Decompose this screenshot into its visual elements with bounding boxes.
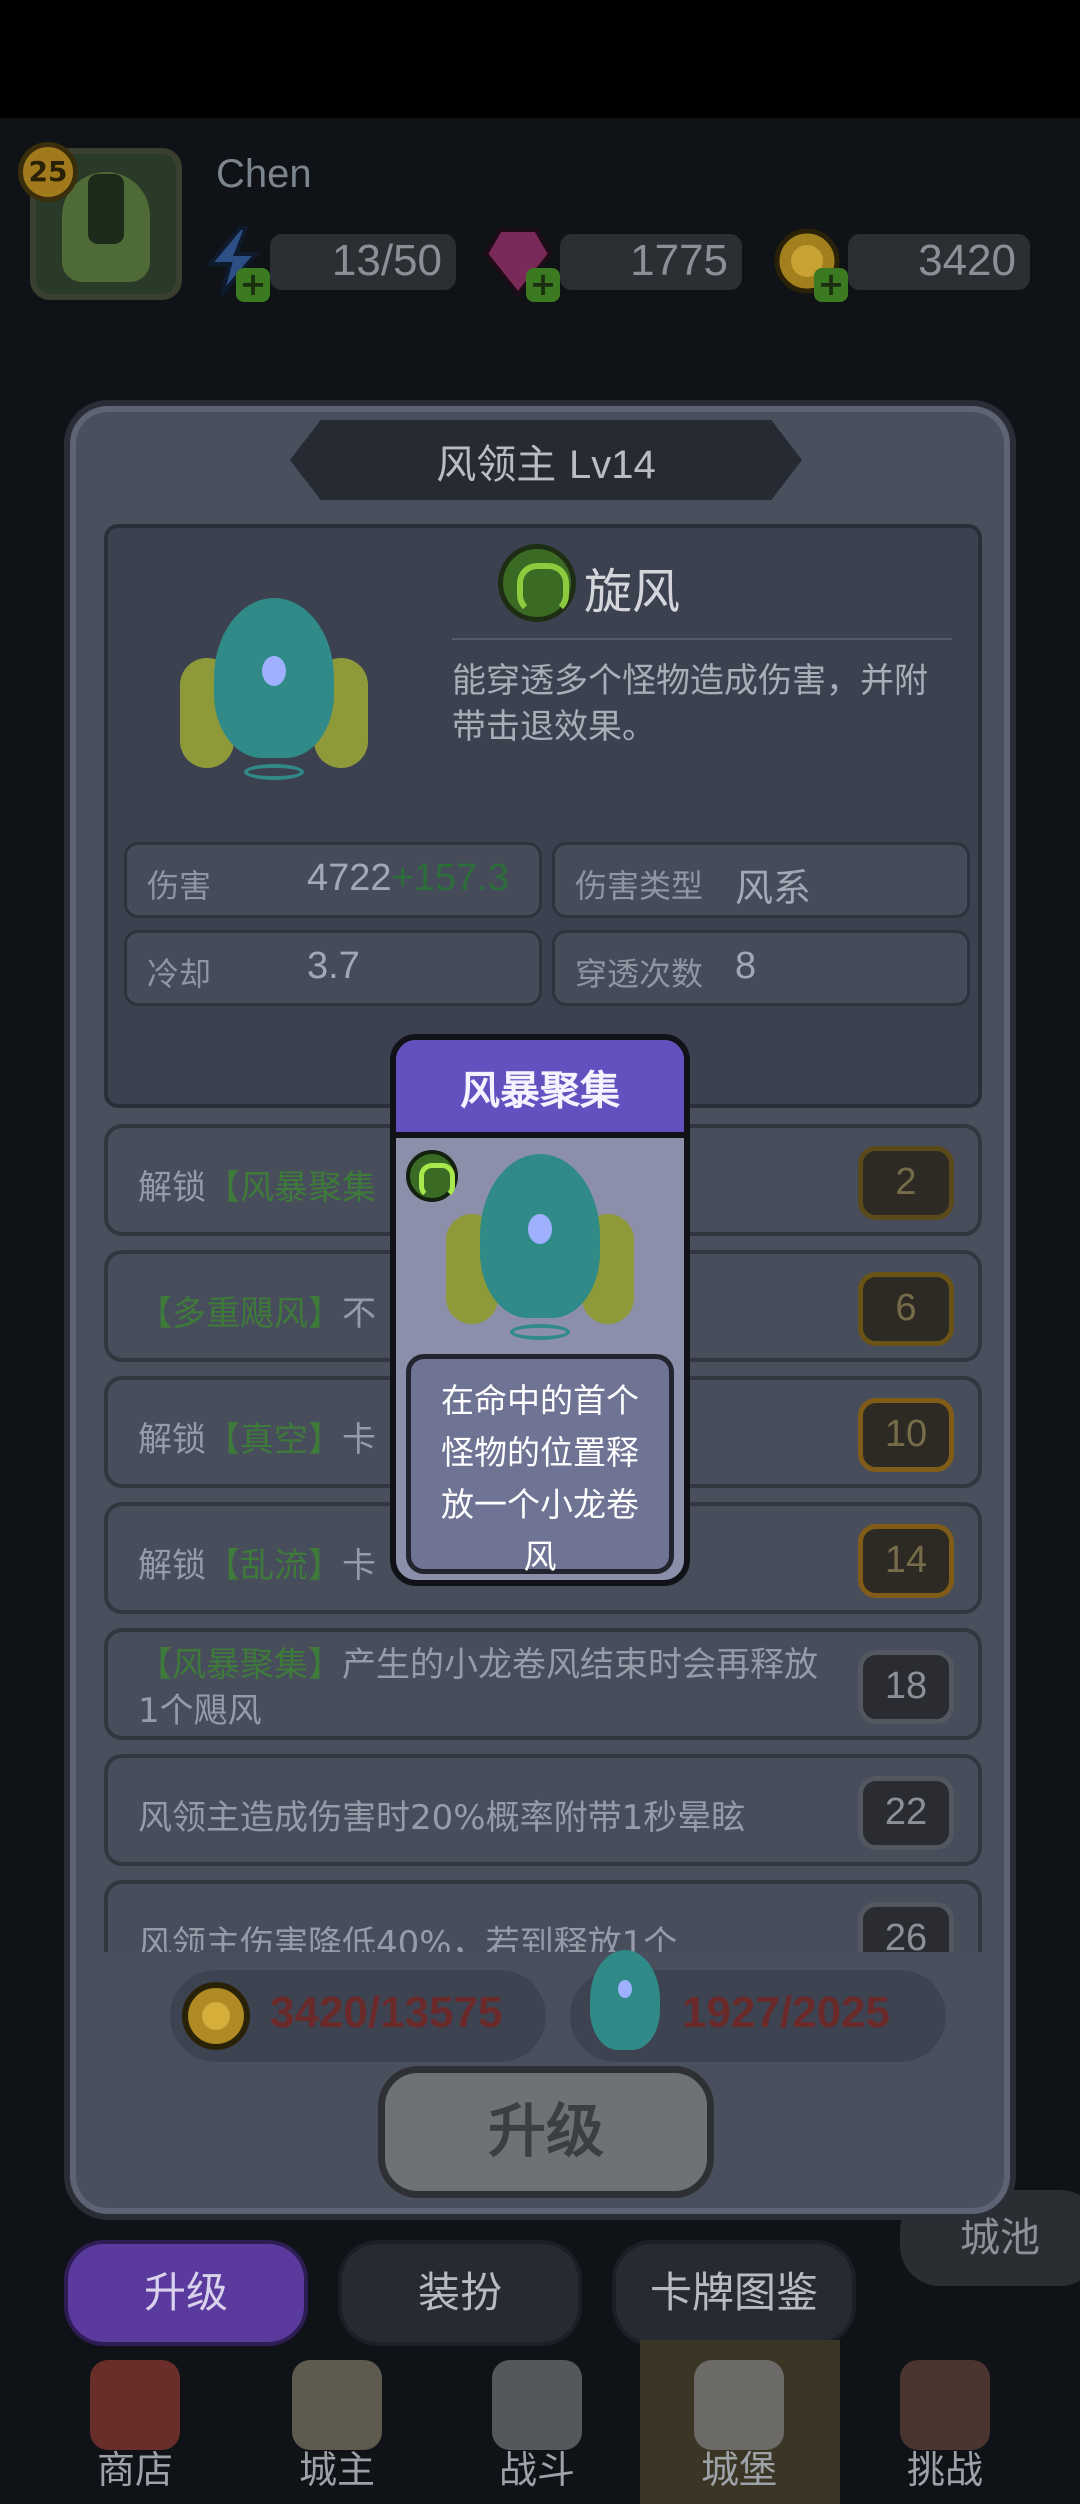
unlock-row[interactable]: 风领主伤害降低40%，若到释放1个 26	[104, 1880, 982, 1952]
unlock-text: 【风暴聚集】产生的小龙卷风结束时会再释放1个飓风	[138, 1645, 818, 1731]
stat-damage-type-label: 伤害类型	[575, 867, 704, 905]
stat-damage-value: 4722+157.3	[307, 857, 509, 899]
gem-plus-button[interactable]: +	[526, 268, 560, 302]
crown-icon	[292, 2360, 382, 2450]
coin-cost-icon	[182, 1982, 250, 2050]
stat-pierce: 穿透次数 8	[552, 930, 970, 1006]
unlock-text: 解锁【乱流】卡	[138, 1546, 376, 1586]
unlock-level-badge: 10	[858, 1398, 954, 1472]
stat-cooldown-value: 3.7	[307, 945, 360, 987]
unlock-text: 【多重飓风】不	[138, 1294, 376, 1334]
unlock-text: 风领主造成伤害时20%概率附带1秒晕眩	[138, 1798, 746, 1838]
tab-outfit[interactable]: 装扮	[338, 2240, 582, 2346]
skill-popup-card[interactable]: 风暴聚集 在命中的首个怪物的位置释放一个小龙卷风	[390, 1034, 690, 1586]
unlock-level-badge: 14	[858, 1524, 954, 1598]
nav-battle-label: 战斗	[498, 2448, 575, 2492]
stat-damage-type-value: 风系	[735, 868, 812, 910]
upgrade-button[interactable]: 升级	[378, 2066, 714, 2198]
unlock-row[interactable]: 风领主造成伤害时20%概率附带1秒晕眩 22	[104, 1754, 982, 1866]
energy-counter: 13/50	[270, 234, 456, 290]
popup-description-box: 在命中的首个怪物的位置释放一个小龙卷风	[406, 1354, 674, 1576]
popup-title: 风暴聚集	[460, 1068, 620, 1114]
unlock-level-badge: 2	[858, 1146, 954, 1220]
wind-lord-portrait	[440, 1144, 640, 1354]
status-bar	[0, 0, 1080, 118]
nav-lord-label: 城主	[298, 2448, 375, 2492]
swords-icon	[492, 2360, 582, 2450]
stat-cooldown-label: 冷却	[147, 955, 212, 993]
stat-pierce-label: 穿透次数	[575, 955, 704, 993]
card-level: Lv14	[568, 443, 656, 487]
nav-challenge-label: 挑战	[906, 2448, 983, 2492]
skill-description: 能穿透多个怪物造成伤害，并附带击退效果。	[452, 661, 928, 747]
card-cost: 1927/2025	[570, 1950, 946, 2062]
nav-shop[interactable]: 商店	[60, 2340, 210, 2504]
tornado-skill-icon	[498, 544, 576, 622]
unlock-level-badge: 18	[858, 1650, 954, 1724]
stat-damage-bonus: +157.3	[391, 857, 509, 899]
card-cost-value: 1927/2025	[682, 1988, 890, 2037]
coin-counter: 3420	[848, 234, 1030, 290]
stat-cooldown: 冷却 3.7	[124, 930, 542, 1006]
wind-lord-portrait	[174, 588, 374, 788]
tab-card-gallery[interactable]: 卡牌图鉴	[612, 2240, 856, 2346]
stat-damage-type: 伤害类型 风系	[552, 842, 970, 918]
coin-plus-button[interactable]: +	[814, 268, 848, 302]
card-name: 风领主	[436, 442, 557, 488]
unlock-row[interactable]: 【风暴聚集】产生的小龙卷风结束时会再释放1个飓风 18	[104, 1628, 982, 1740]
energy-plus-button[interactable]: +	[236, 268, 270, 302]
unlock-text: 解锁【风暴聚集	[138, 1168, 376, 1208]
unlock-level-badge: 6	[858, 1272, 954, 1346]
card-info-panel: 旋风 能穿透多个怪物造成伤害，并附带击退效果。 伤害 4722+157.3 伤害…	[104, 524, 982, 1108]
nav-challenge[interactable]: 挑战	[870, 2340, 1020, 2504]
tab-upgrade[interactable]: 升级	[64, 2240, 308, 2346]
nav-battle[interactable]: 战斗	[462, 2340, 612, 2504]
player-name: Chen	[216, 152, 312, 196]
nav-castle-label: 城堡	[700, 2448, 777, 2492]
castle-icon	[694, 2360, 784, 2450]
coin-cost: 3420/13575	[170, 1970, 546, 2062]
stat-pierce-value: 8	[735, 945, 757, 987]
gem-counter: 1775	[560, 234, 742, 290]
skill-name: 旋风	[584, 564, 681, 620]
nav-shop-label: 商店	[96, 2448, 173, 2492]
skill-divider	[452, 638, 952, 640]
nav-lord[interactable]: 城主	[262, 2340, 412, 2504]
dialog-title: 风领主 Lv14	[290, 432, 802, 490]
challenge-icon	[900, 2360, 990, 2450]
popup-description: 在命中的首个怪物的位置释放一个小龙卷风	[441, 1381, 639, 1576]
coin-cost-value: 3420/13575	[270, 1988, 503, 2037]
player-level-badge: 25	[18, 142, 78, 202]
nav-castle[interactable]: 城堡	[664, 2340, 814, 2504]
shop-icon	[90, 2360, 180, 2450]
card-cost-icon	[570, 1940, 680, 2060]
unlock-level-badge: 26	[858, 1902, 954, 1952]
stat-damage: 伤害 4722+157.3	[124, 842, 542, 918]
unlock-level-badge: 22	[858, 1776, 954, 1850]
stat-damage-label: 伤害	[147, 867, 212, 905]
unlock-text: 解锁【真空】卡	[138, 1420, 376, 1460]
